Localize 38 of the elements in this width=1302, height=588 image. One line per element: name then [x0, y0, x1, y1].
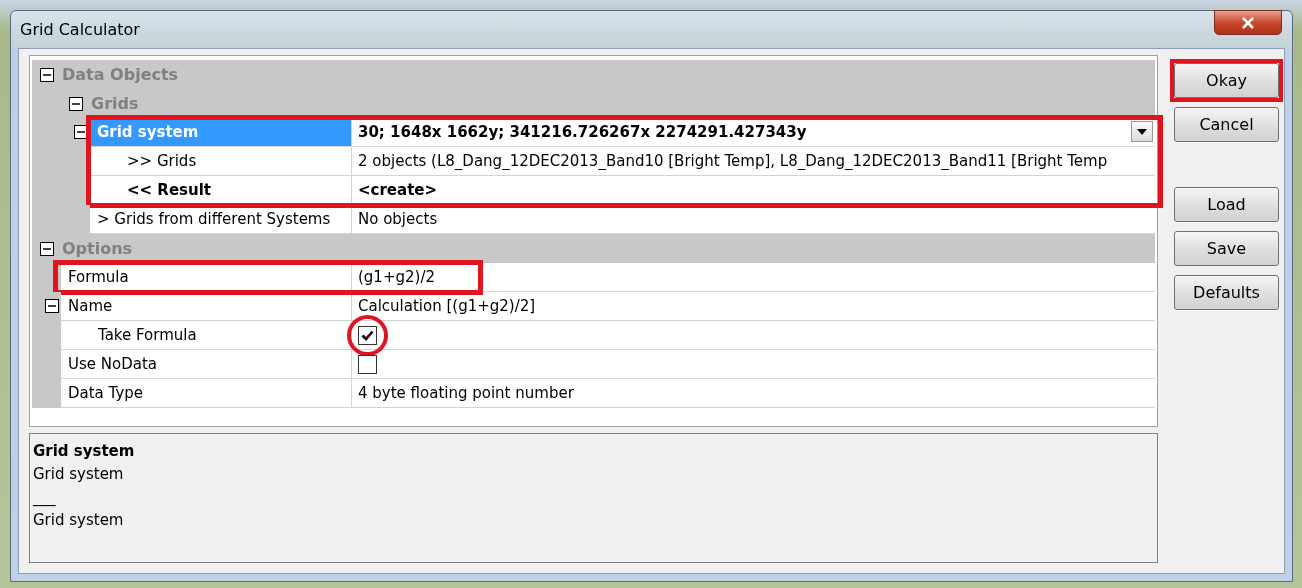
- checkbox[interactable]: [358, 354, 377, 374]
- property-value: Calculation [(g1+g2)/2]: [358, 297, 536, 315]
- help-text: ___: [33, 488, 57, 506]
- dialog-button[interactable]: Load: [1174, 187, 1279, 222]
- property-value: No objects: [358, 210, 438, 228]
- dialog-button[interactable]: Cancel: [1174, 107, 1279, 142]
- help-text: Grid system: [33, 465, 125, 483]
- dialog-button[interactable]: Okay: [1174, 63, 1279, 98]
- dropdown-button[interactable]: [1131, 121, 1153, 142]
- caret-icon: [1137, 128, 1147, 135]
- property-label[interactable]: Take Formula: [61, 321, 352, 350]
- property-label[interactable]: Name: [61, 292, 352, 321]
- close-button[interactable]: [1214, 10, 1282, 35]
- close-icon: [1241, 16, 1255, 29]
- property-value: 2 objects (L8_Dang_12DEC2013_Band10 [Bright Temp], L8_Dang_12DEC2013_Band11 [Bright Temp: [358, 152, 1108, 170]
- checkbox[interactable]: [358, 325, 377, 345]
- help-title: Grid system: [33, 442, 136, 460]
- property-label[interactable]: >> Grids: [90, 147, 352, 176]
- dialog-button[interactable]: Save: [1174, 231, 1279, 266]
- window-title: Grid Calculator: [20, 20, 140, 39]
- property-label[interactable]: << Result: [90, 176, 352, 205]
- dialog-button[interactable]: Defaults: [1174, 275, 1279, 310]
- collapse-icon[interactable]: [69, 96, 83, 111]
- property-label[interactable]: Use NoData: [61, 350, 352, 379]
- collapse-icon[interactable]: [40, 241, 54, 256]
- category-label: Grids: [91, 94, 139, 113]
- category-label: Options: [62, 239, 133, 258]
- help-text: Grid system: [33, 511, 125, 529]
- property-label[interactable]: Data Type: [61, 379, 352, 408]
- property-label[interactable]: Formula: [61, 263, 352, 292]
- property-value: 4 byte floating point number: [358, 384, 574, 402]
- property-value: 30; 1648x 1662y; 341216.726267x 2274291.427343y: [358, 123, 807, 141]
- category-label: Data Objects: [62, 65, 179, 84]
- collapse-icon[interactable]: [40, 67, 54, 82]
- collapse-icon[interactable]: [45, 299, 59, 313]
- property-value: (g1+g2)/2: [358, 268, 435, 286]
- property-value: <create>: [358, 181, 438, 199]
- checkmark-icon: [361, 329, 374, 341]
